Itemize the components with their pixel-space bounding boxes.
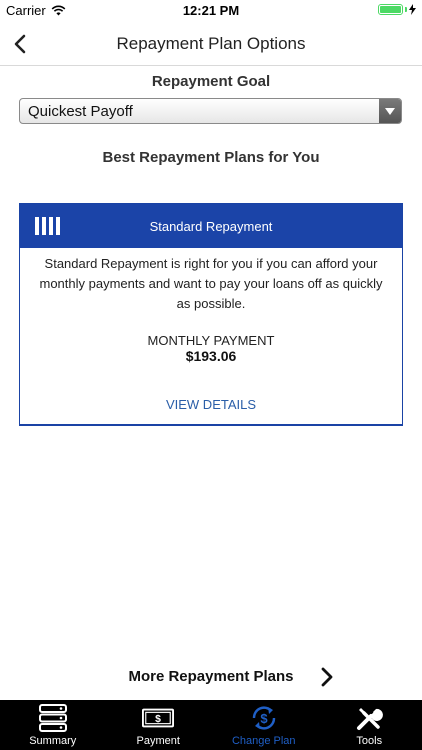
repayment-goal-label: Repayment Goal	[151, 73, 271, 90]
plan-card-header: Standard Repayment	[20, 204, 402, 248]
more-plans-button[interactable]: More Repayment Plans	[0, 660, 422, 694]
more-plans-label: More Repayment Plans	[128, 668, 294, 685]
tools-icon	[353, 702, 385, 734]
plan-card: Standard Repayment Standard Repayment is…	[19, 203, 403, 426]
tab-label: Tools	[356, 735, 383, 747]
monthly-payment-value: $193.06	[185, 348, 237, 364]
bars-icon	[35, 217, 60, 235]
status-bar: Carrier 12:21 PM	[0, 0, 422, 22]
battery-icon	[378, 4, 403, 15]
tab-label: Change Plan	[231, 735, 296, 747]
tab-summary[interactable]: Summary	[0, 700, 106, 750]
chevron-right-icon	[321, 667, 333, 687]
repayment-goal-select[interactable]: Quickest Payoff	[19, 98, 402, 124]
nav-bar: Repayment Plan Options	[0, 22, 422, 66]
plan-description: Standard Repayment is right for you if y…	[39, 256, 383, 311]
tab-label: Payment	[136, 735, 180, 747]
tab-bar: Summary $ Payment $ Change Plan Tools	[0, 700, 422, 750]
payment-icon: $	[142, 702, 175, 734]
plan-title: Standard Repayment	[149, 218, 273, 234]
tab-payment[interactable]: $ Payment	[106, 700, 212, 750]
status-right	[378, 4, 416, 15]
tab-change-plan[interactable]: $ Change Plan	[211, 700, 317, 750]
svg-text:$: $	[155, 714, 161, 725]
repayment-goal-value: Quickest Payoff	[28, 102, 133, 120]
dropdown-arrow-icon	[379, 99, 401, 123]
view-details-link[interactable]: VIEW DETAILS	[20, 397, 402, 412]
best-plans-heading: Best Repayment Plans for You	[102, 149, 320, 166]
change-plan-icon: $	[248, 702, 280, 734]
status-time: 12:21 PM	[182, 3, 240, 18]
tab-label: Summary	[29, 735, 77, 747]
tab-tools[interactable]: Tools	[317, 700, 422, 750]
page-title: Repayment Plan Options	[116, 34, 306, 53]
svg-text:$: $	[260, 711, 268, 726]
battery-tip	[405, 7, 407, 12]
charging-icon	[409, 4, 416, 15]
summary-icon	[37, 702, 69, 734]
monthly-payment-label: MONTHLY PAYMENT	[147, 333, 275, 348]
